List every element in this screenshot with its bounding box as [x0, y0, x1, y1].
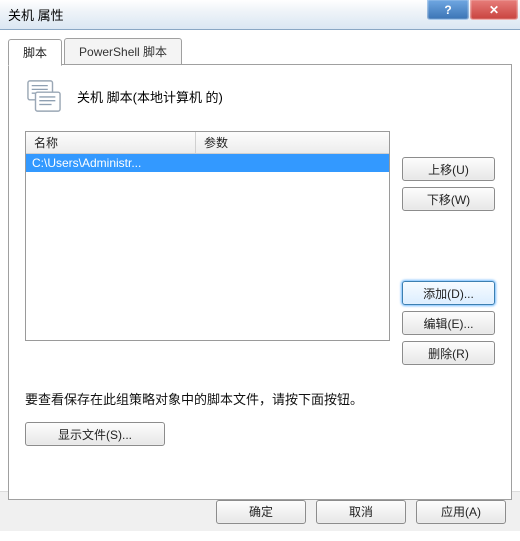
cell-name: C:\Users\Administr...: [26, 156, 196, 170]
tab-powershell[interactable]: PowerShell 脚本: [64, 38, 182, 65]
script-icon: [25, 79, 63, 113]
add-button[interactable]: 添加(D)...: [402, 281, 495, 305]
client-area: 脚本 PowerShell 脚本 关机 脚本(本地计算机 的): [0, 30, 520, 491]
list-row[interactable]: C:\Users\Administr...: [26, 154, 389, 172]
remove-button[interactable]: 删除(R): [402, 341, 495, 365]
move-up-button[interactable]: 上移(U): [402, 157, 495, 181]
script-list[interactable]: 名称 参数 C:\Users\Administr...: [25, 131, 390, 341]
spacer: [402, 217, 495, 275]
apply-button[interactable]: 应用(A): [416, 500, 506, 524]
ok-button[interactable]: 确定: [216, 500, 306, 524]
tab-scripts[interactable]: 脚本: [8, 39, 62, 66]
help-icon: ?: [444, 3, 451, 17]
mid-row: 名称 参数 C:\Users\Administr... 上移(U) 下移(W) …: [25, 131, 495, 365]
list-header: 名称 参数: [26, 132, 389, 154]
help-button[interactable]: ?: [427, 0, 469, 20]
spacer: [402, 131, 495, 151]
titlebar-buttons: ? ✕: [427, 0, 518, 20]
panel-heading: 关机 脚本(本地计算机 的): [77, 87, 223, 106]
show-files-button[interactable]: 显示文件(S)...: [25, 422, 165, 446]
column-name[interactable]: 名称: [26, 132, 196, 153]
edit-button[interactable]: 编辑(E)...: [402, 311, 495, 335]
column-param-label: 参数: [204, 134, 228, 151]
tab-powershell-label: PowerShell 脚本: [79, 45, 167, 59]
cancel-button[interactable]: 取消: [316, 500, 406, 524]
window-title: 关机 属性: [8, 5, 64, 24]
column-param[interactable]: 参数: [196, 132, 389, 153]
side-buttons: 上移(U) 下移(W) 添加(D)... 编辑(E)... 删除(R): [402, 131, 495, 365]
close-icon: ✕: [489, 3, 499, 17]
tab-panel: 关机 脚本(本地计算机 的) 名称 参数 C:\Users\Administr.…: [8, 64, 512, 500]
titlebar: 关机 属性 ? ✕: [0, 0, 520, 30]
move-down-button[interactable]: 下移(W): [402, 187, 495, 211]
close-button[interactable]: ✕: [470, 0, 518, 20]
hint-text: 要查看保存在此组策略对象中的脚本文件，请按下面按钮。: [25, 389, 495, 408]
tab-scripts-label: 脚本: [23, 46, 47, 60]
show-files-row: 显示文件(S)...: [25, 422, 495, 446]
tabstrip: 脚本 PowerShell 脚本: [8, 38, 512, 65]
column-name-label: 名称: [34, 134, 58, 151]
panel-header: 关机 脚本(本地计算机 的): [25, 79, 495, 113]
